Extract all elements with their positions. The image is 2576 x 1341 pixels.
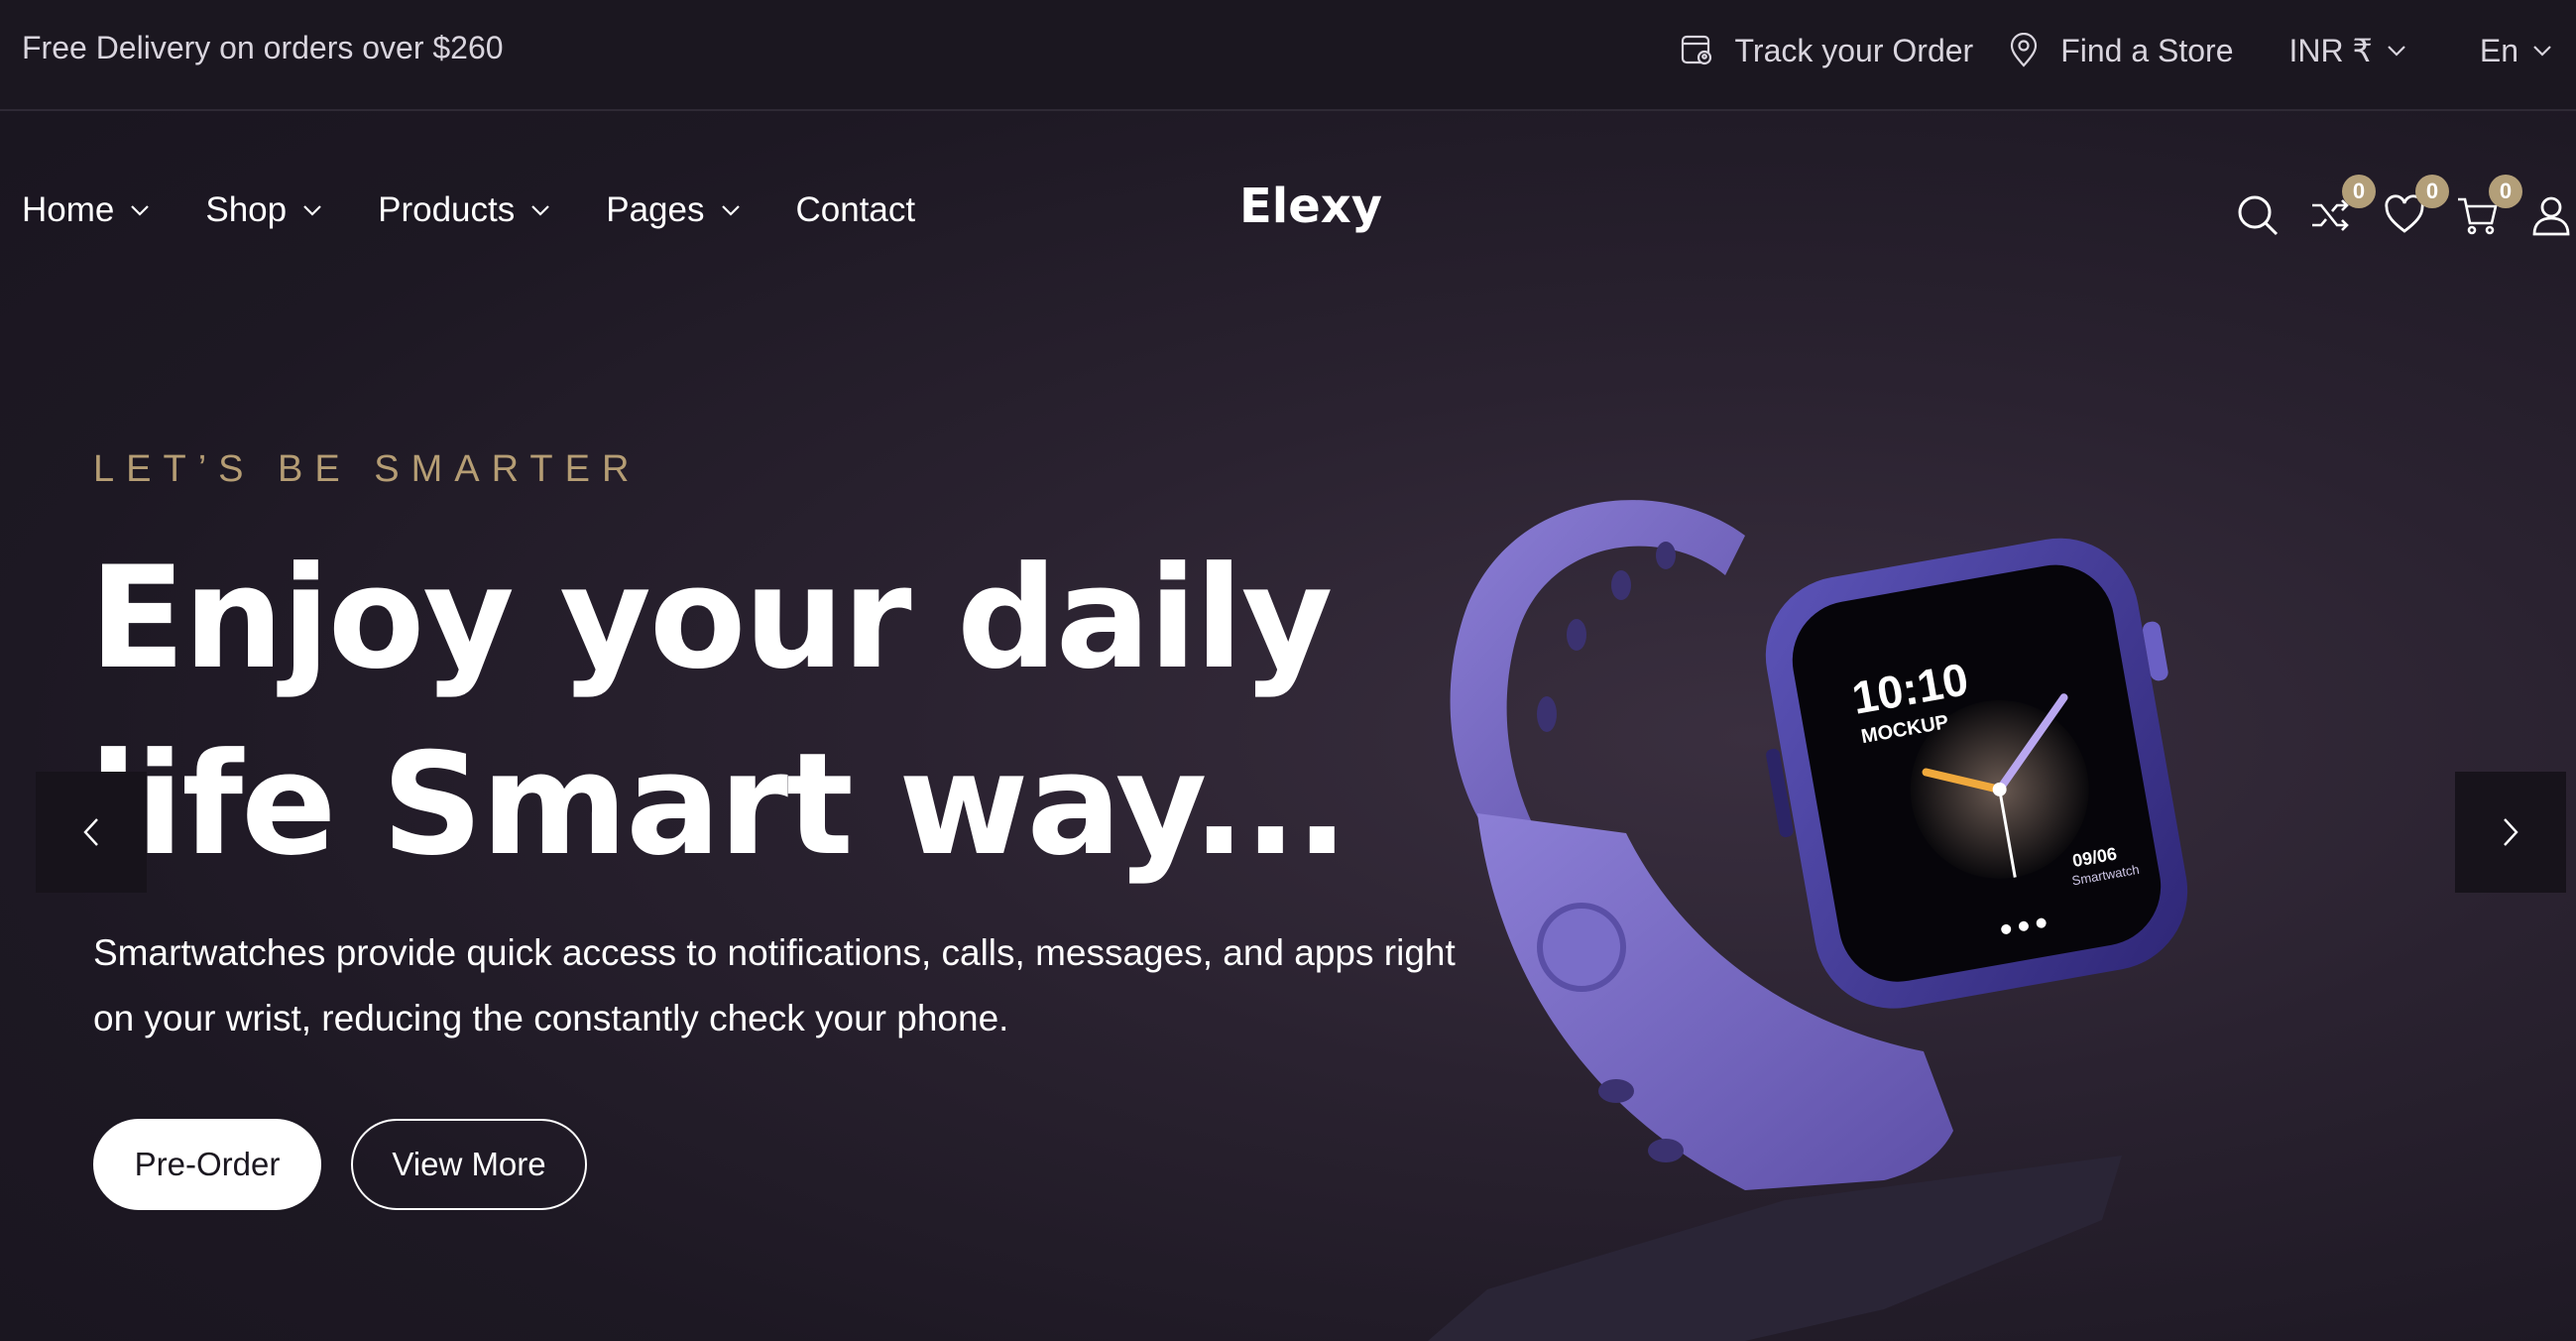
wishlist-count-badge: 0	[2415, 175, 2449, 208]
chevron-down-icon	[2533, 46, 2551, 57]
menu-item-label: Home	[22, 190, 115, 229]
track-order-link[interactable]: Track your Order	[1680, 32, 1974, 69]
menu-item-contact[interactable]: Contact	[796, 190, 916, 230]
menu-item-pages[interactable]: Pages	[606, 190, 740, 230]
main-nav: Home Shop Products Pages Contact Elexy 0…	[0, 111, 2576, 309]
pre-order-button[interactable]: Pre-Order	[93, 1119, 321, 1210]
account-button[interactable]	[2526, 190, 2576, 240]
top-bar: Free Delivery on orders over $260 Track …	[0, 0, 2576, 111]
hero-headline-line-1: Enjoy your daily	[89, 537, 1333, 700]
smartwatch-image: 10:10 MOCKUP 09/06 Smartwatch	[1428, 500, 2188, 1341]
find-store-link[interactable]: Find a Store	[2007, 32, 2234, 69]
brand-logo[interactable]: Elexy	[1239, 179, 1382, 234]
top-bar-links: Track your Order Find a Store INR ₹ En	[1680, 26, 2576, 75]
chevron-down-icon	[531, 205, 550, 216]
wishlist-button[interactable]: 0	[2380, 175, 2449, 240]
chevron-down-icon	[131, 205, 150, 216]
track-order-label: Track your Order	[1734, 32, 1974, 68]
hero-headline-line-2: life Smart way...	[89, 723, 1348, 887]
chevron-right-icon	[2504, 818, 2518, 846]
track-order-icon	[1681, 35, 1711, 65]
hero-description: Smartwatches provide quick access to not…	[93, 932, 1456, 1038]
hero-eyebrow: LET’S BE SMARTER	[93, 448, 642, 490]
chevron-left-icon	[83, 818, 98, 846]
view-more-button[interactable]: View More	[351, 1119, 587, 1210]
nav-icons: 0 0 0	[2209, 171, 2576, 260]
page: Free Delivery on orders over $260 Track …	[0, 0, 2576, 1341]
hero-headline: Enjoy your daily life Smart way...	[89, 526, 1378, 899]
chevron-down-icon	[2388, 46, 2405, 57]
cart-count-badge: 0	[2489, 175, 2522, 208]
slider-next-button[interactable]	[2455, 772, 2566, 893]
slider-prev-button[interactable]	[36, 772, 147, 893]
chevron-down-icon	[303, 205, 321, 216]
currency-value: INR ₹	[2288, 33, 2373, 68]
promo-text: Free Delivery on orders over $260	[22, 30, 504, 65]
search-icon	[2238, 195, 2279, 236]
menu: Home Shop Products Pages Contact	[22, 190, 971, 230]
user-icon	[2532, 196, 2570, 236]
menu-item-label: Shop	[205, 190, 288, 229]
location-pin-icon	[2011, 33, 2038, 67]
find-store-label: Find a Store	[2060, 32, 2234, 68]
menu-item-label: Contact	[795, 190, 916, 229]
language-value: En	[2479, 32, 2518, 68]
chevron-down-icon	[721, 205, 740, 216]
menu-item-label: Products	[378, 190, 516, 229]
menu-item-shop[interactable]: Shop	[205, 190, 322, 230]
menu-item-label: Pages	[606, 190, 705, 229]
search-button[interactable]	[2233, 190, 2283, 240]
language-selector[interactable]: En	[2480, 33, 2572, 69]
cart-button[interactable]: 0	[2453, 175, 2522, 240]
currency-selector[interactable]: INR ₹	[2289, 32, 2426, 69]
compare-count-badge: 0	[2342, 175, 2376, 208]
menu-item-products[interactable]: Products	[378, 190, 550, 230]
menu-item-home[interactable]: Home	[22, 190, 150, 230]
compare-button[interactable]: 0	[2306, 175, 2376, 240]
